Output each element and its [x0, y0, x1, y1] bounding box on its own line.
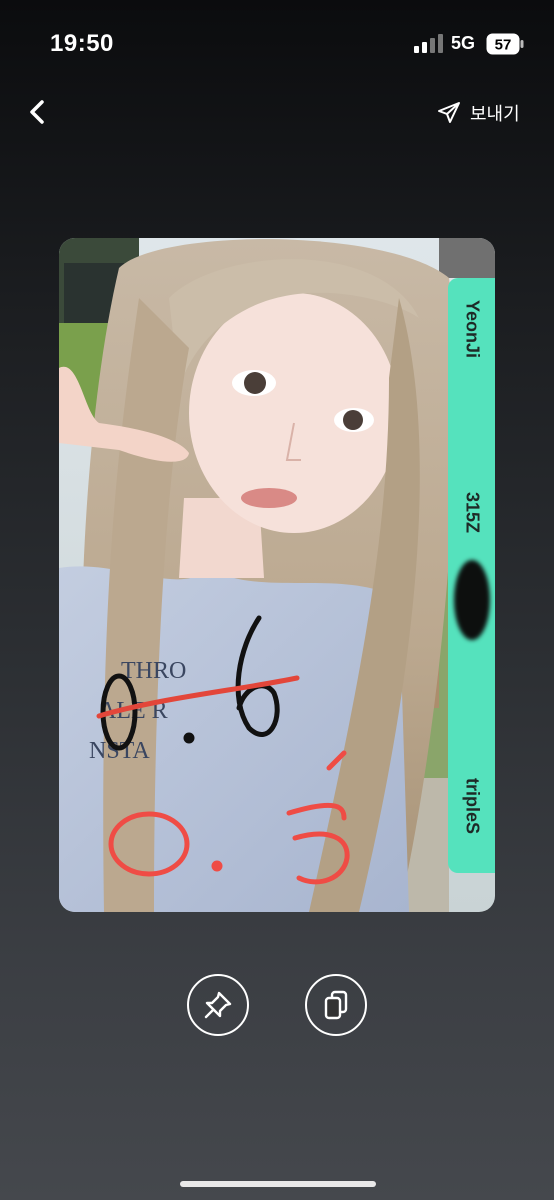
- redaction-blot: [454, 560, 490, 640]
- network-type: 5G: [451, 33, 476, 53]
- back-button[interactable]: [20, 92, 56, 132]
- group-name: tripleS: [462, 778, 483, 835]
- battery-level: 57: [495, 37, 512, 54]
- signal-strength-icon: [414, 34, 443, 53]
- battery-icon: 57: [486, 33, 524, 55]
- pin-button[interactable]: [187, 974, 249, 1036]
- paper-plane-icon: [438, 102, 460, 123]
- home-indicator[interactable]: [180, 1181, 376, 1187]
- photocard-side-strip: YeonJi 315Z tripleS: [448, 278, 495, 873]
- status-bar: 19:50 5G 57: [0, 0, 554, 80]
- send-button[interactable]: 보내기: [436, 97, 520, 129]
- copy-button[interactable]: [305, 974, 367, 1036]
- send-label: 보내기: [470, 104, 520, 124]
- pin-icon: [204, 991, 232, 1019]
- chevron-left-icon: [30, 100, 44, 124]
- photocard-photo: THRO ALE R NSTA: [59, 238, 495, 912]
- copy-icon: [324, 990, 348, 1020]
- shirt-text-line-3: NSTA: [89, 738, 150, 764]
- status-time: 19:50: [50, 30, 114, 57]
- shirt-text-line-1: THRO: [121, 658, 186, 684]
- photocard-image[interactable]: THRO ALE R NSTA: [59, 238, 495, 912]
- member-name: YeonJi: [462, 300, 483, 359]
- serial-number: 315Z: [462, 492, 483, 534]
